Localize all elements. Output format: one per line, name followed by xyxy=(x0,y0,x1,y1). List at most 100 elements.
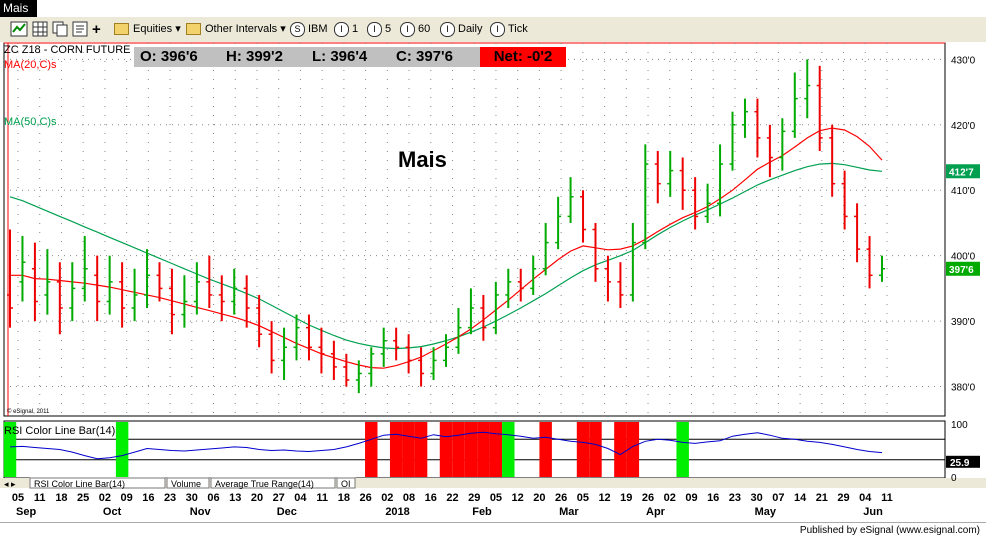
day-tick-label: 20 xyxy=(533,492,545,504)
chart-type-icon[interactable] xyxy=(10,21,28,38)
day-tick-label: 18 xyxy=(338,492,350,504)
indicator-tab-label[interactable]: RSI Color Line Bar(14) xyxy=(34,479,125,489)
interval-button-5[interactable]: I5 xyxy=(367,21,391,38)
rsi-overbought-bar xyxy=(489,422,503,477)
chart-area[interactable]: 430'0 420'0 410'0 400'0 390'0 380'0 05 11 18 25 02… xyxy=(0,42,986,522)
rsi-overbought-bar xyxy=(539,422,552,477)
day-tick-label: 12 xyxy=(598,492,610,504)
window-tab[interactable]: Mais xyxy=(0,0,37,17)
indicator-tab-label[interactable]: OI xyxy=(341,479,351,489)
day-tick-label: 22 xyxy=(446,492,458,504)
tab-scroll-icon[interactable]: ◂ ▸ xyxy=(4,479,16,489)
price-tick-label: 420'0 xyxy=(951,121,976,132)
day-tick-label: 21 xyxy=(816,492,828,504)
day-tick-label: 04 xyxy=(859,492,872,504)
month-tick-label: Mar xyxy=(559,506,579,518)
day-tick-label: 29 xyxy=(468,492,480,504)
rsi-title: RSI Color Line Bar(14) xyxy=(4,425,115,437)
rsi-value-badge: 25.9 xyxy=(950,458,970,469)
interval-label: IBM xyxy=(308,23,328,35)
interval-button-ibm[interactable]: S IBM xyxy=(290,21,328,38)
day-tick-label: 11 xyxy=(34,492,46,504)
day-tick-label: 16 xyxy=(142,492,154,504)
watermark: © eSignal, 2011 xyxy=(7,408,50,415)
month-tick-label: Oct xyxy=(103,506,122,518)
net-change-badge: Net: -0'2 xyxy=(480,47,566,67)
rsi-overbought-bar xyxy=(365,422,378,477)
day-tick-label: 11 xyxy=(881,492,893,504)
status-bar: Published by eSignal (www.esignal.com) xyxy=(0,522,986,540)
close-value-badge: 397'6 xyxy=(949,265,974,276)
rsi-overbought-bar xyxy=(464,422,478,477)
day-tick-label: 02 xyxy=(99,492,111,504)
indicator-tab-label[interactable]: Average True Range(14) xyxy=(215,479,314,489)
rsi-overbought-bar xyxy=(439,422,453,477)
rsi-overbought-bar xyxy=(402,422,415,477)
ma50-value-badge: 412'7 xyxy=(949,167,974,178)
rsi-overbought-bar xyxy=(389,422,403,477)
copy-icon[interactable] xyxy=(52,21,68,38)
day-tick-label: 27 xyxy=(273,492,285,504)
interval-label: 60 xyxy=(418,23,431,35)
interval-button-1[interactable]: I1 xyxy=(334,21,358,38)
month-tick-label: Feb xyxy=(472,506,492,518)
low-value: L: 396'4 xyxy=(312,48,368,65)
properties-icon[interactable] xyxy=(72,21,88,38)
interval-label: Daily xyxy=(458,23,483,35)
high-value: H: 399'2 xyxy=(226,48,283,65)
day-tick-label: 09 xyxy=(685,492,697,504)
rsi-overbought-bar xyxy=(414,422,428,477)
month-tick-label: 2018 xyxy=(385,506,409,518)
interval-button-tick[interactable]: I Tick xyxy=(490,21,528,38)
month-tick-label: Nov xyxy=(190,506,212,518)
day-tick-label: 26 xyxy=(642,492,654,504)
rsi-upper-label: 100 xyxy=(951,420,968,431)
day-tick-label: 08 xyxy=(403,492,415,504)
day-tick-label: 04 xyxy=(294,492,307,504)
day-tick-label: 18 xyxy=(55,492,67,504)
open-value: O: 396'6 xyxy=(140,48,198,65)
day-tick-label: 02 xyxy=(381,492,393,504)
rsi-oversold-bar xyxy=(502,422,515,477)
day-tick-label: 30 xyxy=(186,492,198,504)
month-tick-label: Sep xyxy=(16,506,36,518)
month-tick-label: May xyxy=(755,506,777,518)
price-tick-label: 400'0 xyxy=(951,252,976,263)
day-tick-label: 07 xyxy=(772,492,784,504)
indicator-tab-label[interactable]: Volume xyxy=(171,479,201,489)
interval-icon: I xyxy=(440,21,455,37)
day-tick-label: 20 xyxy=(251,492,263,504)
price-tick-label: 430'0 xyxy=(951,55,976,66)
rsi-overbought-bar xyxy=(576,422,590,477)
rsi-overbought-bar xyxy=(452,422,465,477)
grid-icon[interactable] xyxy=(32,21,48,38)
folder-icon xyxy=(114,23,129,36)
title-bar: Mais xyxy=(0,0,986,17)
price-chart[interactable]: 430'0420'0410'0400'0390'0380'005 11 18 25 02… xyxy=(0,42,986,522)
add-icon[interactable]: + xyxy=(92,21,101,38)
day-tick-label: 25 xyxy=(77,492,89,504)
rsi-overbought-bar xyxy=(614,422,627,477)
close-value: C: 397'6 xyxy=(396,48,453,65)
other-intervals-menu[interactable]: Other Intervals ▾ xyxy=(186,21,286,38)
equities-menu[interactable]: Equities ▾ xyxy=(114,21,181,38)
price-tick-label: 380'0 xyxy=(951,383,976,394)
ma20-label: MA(20,C)s xyxy=(4,59,57,71)
day-tick-label: 11 xyxy=(316,492,328,504)
price-tick-label: 410'0 xyxy=(951,186,976,197)
day-tick-label: 05 xyxy=(12,492,24,504)
day-tick-label: 23 xyxy=(164,492,176,504)
day-tick-label: 09 xyxy=(121,492,133,504)
rsi-overbought-bar xyxy=(589,422,602,477)
interval-button-60[interactable]: I 60 xyxy=(400,21,430,38)
interval-icon: I xyxy=(490,21,505,37)
month-tick-label: Jun xyxy=(863,506,883,518)
day-tick-label: 12 xyxy=(512,492,524,504)
day-tick-label: 02 xyxy=(664,492,676,504)
folder-icon xyxy=(186,23,201,36)
day-tick-label: 05 xyxy=(577,492,589,504)
month-tick-label: Dec xyxy=(277,506,297,518)
interval-icon: I xyxy=(400,21,415,37)
interval-button-daily[interactable]: I Daily xyxy=(440,21,482,38)
interval-label: Tick xyxy=(508,23,528,35)
